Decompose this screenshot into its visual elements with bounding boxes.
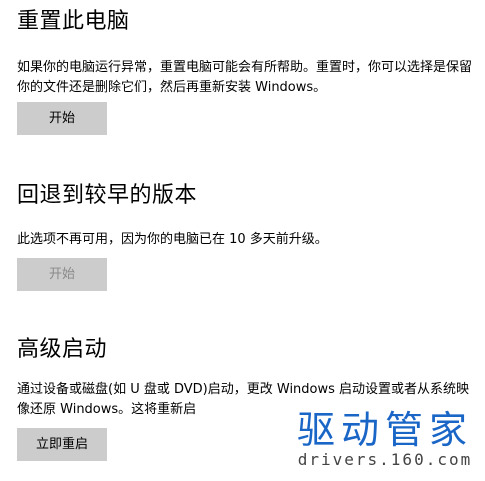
restart-now-button[interactable]: 立即重启 [17, 428, 107, 461]
go-back-title: 回退到较早的版本 [17, 183, 198, 208]
go-back-start-button: 开始 [17, 258, 107, 291]
go-back-description: 此选项不再可用，因为你的电脑已在 10 多天前升级。 [17, 232, 328, 247]
watermark-url: drivers.160.com [292, 451, 477, 469]
advanced-startup-description: 通过设备或磁盘(如 U 盘或 DVD)启动，更改 Windows 启动设置或者从… [17, 382, 470, 417]
reset-pc-title: 重置此电脑 [17, 9, 130, 34]
advanced-startup-title: 高级启动 [17, 337, 108, 362]
reset-pc-description: 如果你的电脑运行异常，重置电脑可能会有所帮助。重置时，你可以选择是保留你的文件还… [17, 60, 473, 95]
reset-start-button[interactable]: 开始 [17, 102, 107, 135]
